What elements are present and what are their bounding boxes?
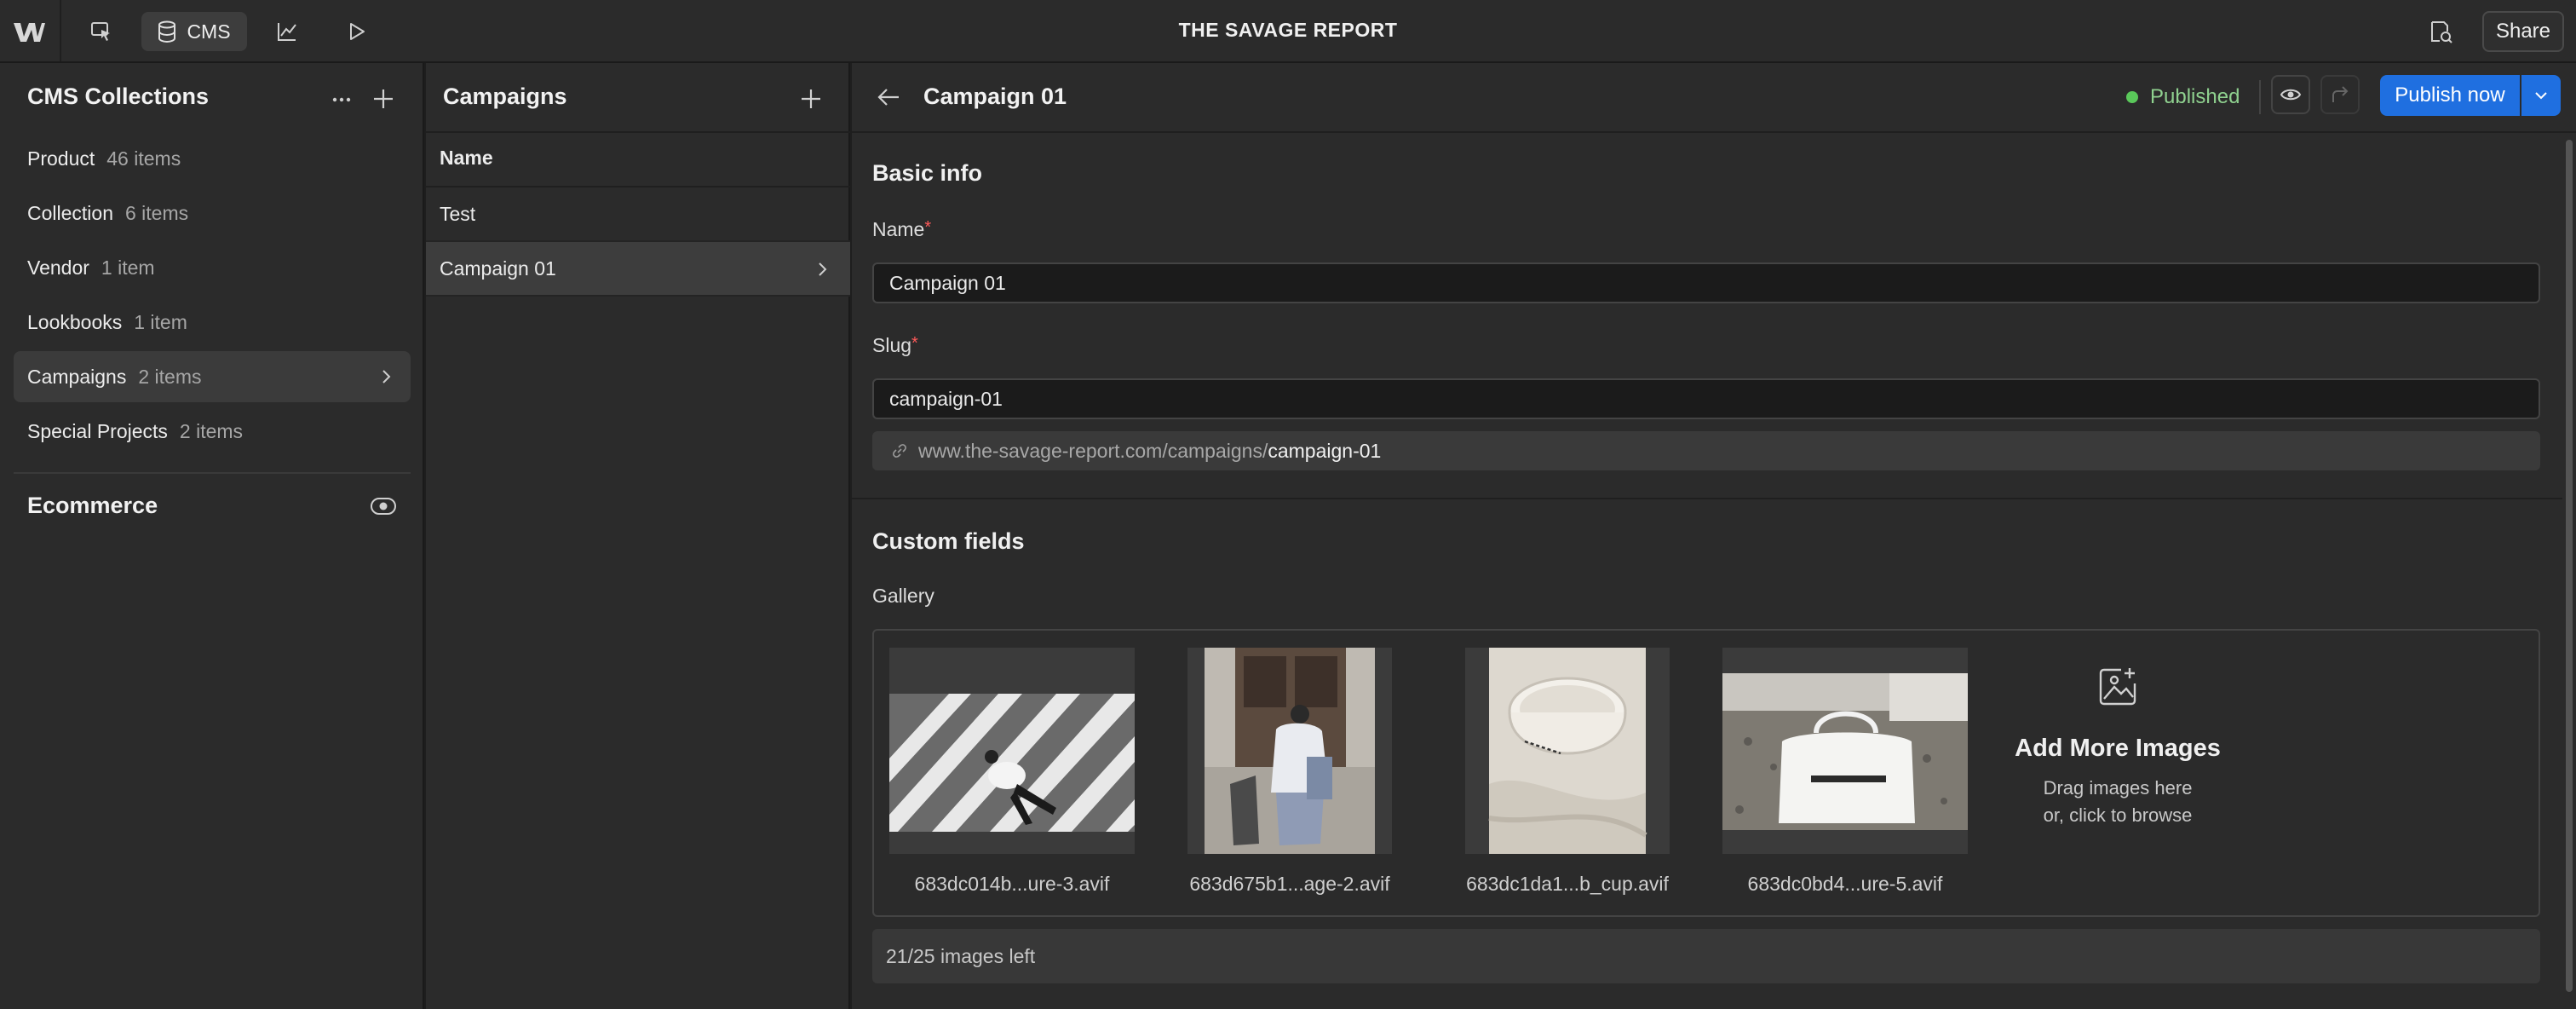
chevron-right-icon <box>816 261 828 278</box>
collections-panel: CMS Collections Product 46 items Collect… <box>0 63 424 1009</box>
redo-icon <box>2330 85 2350 104</box>
gallery-filename-2: 683d675b1...age-2.avif <box>1189 873 1390 895</box>
required-asterisk: * <box>924 218 932 237</box>
collection-item-vendor[interactable]: Vendor 1 item <box>14 242 411 293</box>
name-field-label: Name* <box>872 218 931 241</box>
chevron-right-icon <box>380 368 392 385</box>
slug-field-label: Slug* <box>872 334 918 357</box>
collection-name: Campaigns <box>27 365 127 388</box>
scrollbar[interactable] <box>2566 140 2573 992</box>
collection-count: 6 items <box>125 201 189 224</box>
status-badge: Published <box>2126 85 2240 109</box>
share-button[interactable]: Share <box>2482 11 2564 52</box>
item-row-test[interactable]: Test <box>426 187 850 242</box>
collection-count: 2 items <box>179 419 244 442</box>
collection-count: 1 item <box>134 310 187 333</box>
name-field[interactable]: Campaign 01 <box>872 262 2540 303</box>
required-asterisk: * <box>911 334 918 353</box>
header-separator <box>2259 80 2261 114</box>
collection-item-lookbooks[interactable]: Lookbooks 1 item <box>14 297 411 348</box>
panel-divider <box>426 131 850 133</box>
site-title: THE SAVAGE REPORT <box>1178 19 1398 41</box>
gallery-field[interactable]: 683dc014b...ure-3.avif 683d675b1...age-2… <box>872 629 2540 917</box>
items-panel: Campaigns Name Test Campaign 01 <box>426 63 850 1009</box>
item-editor-panel: Campaign 01 Published Publish now Basic … <box>852 63 2576 1009</box>
top-bar: CMS THE SAVAGE REPORT Share <box>0 0 2576 63</box>
collection-name: Product <box>27 147 95 170</box>
item-row-campaign-01[interactable]: Campaign 01 <box>426 242 850 297</box>
preview-item-button[interactable] <box>2271 75 2310 114</box>
more-options-icon[interactable] <box>331 89 353 111</box>
comments-button[interactable] <box>2421 12 2460 51</box>
collection-name: Collection <box>27 201 113 224</box>
collection-item-product[interactable]: Product 46 items <box>14 133 411 184</box>
collection-item-collection[interactable]: Collection 6 items <box>14 187 411 239</box>
slug-field[interactable]: campaign-01 <box>872 378 2540 419</box>
panel-divider <box>852 131 2576 133</box>
images-left-counter: 21/25 images left <box>872 929 2540 983</box>
gallery-filename-4: 683dc0bd4...ure-5.avif <box>1747 873 1943 895</box>
add-item-icon[interactable] <box>799 87 823 111</box>
basic-info-title: Basic info <box>872 160 983 186</box>
collection-count: 46 items <box>106 147 181 170</box>
collections-title: CMS Collections <box>27 84 210 109</box>
url-slug: campaign-01 <box>1268 439 1382 462</box>
slug-url-preview[interactable]: www.the-savage-report.com/campaigns/camp… <box>872 431 2540 470</box>
image-upload-icon <box>1998 665 2237 709</box>
collection-item-special-projects[interactable]: Special Projects 2 items <box>14 406 411 457</box>
publish-now-button[interactable]: Publish now <box>2380 75 2520 116</box>
item-title: Campaign 01 <box>923 84 1067 109</box>
item-name: Campaign 01 <box>440 257 556 280</box>
collection-item-campaigns[interactable]: Campaigns 2 items <box>14 351 411 402</box>
collection-name: Lookbooks <box>27 310 123 333</box>
gallery-filename-3: 683dc1da1...b_cup.avif <box>1466 873 1669 895</box>
name-column-header[interactable]: Name <box>440 147 493 170</box>
add-more-images-hint-1: Drag images here <box>2043 777 2193 799</box>
status-text: Published <box>2150 85 2240 108</box>
section-divider <box>14 472 411 474</box>
collection-name: Vendor <box>27 256 89 279</box>
status-dot-icon <box>2126 91 2138 103</box>
add-collection-icon[interactable] <box>371 87 395 111</box>
name-label-text: Name <box>872 218 925 240</box>
section-divider <box>852 498 2562 499</box>
collection-name: Special Projects <box>27 419 168 442</box>
publish-options-button[interactable] <box>2521 75 2561 116</box>
gallery-filename-1: 683dc014b...ure-3.avif <box>914 873 1110 895</box>
add-more-images-dropzone[interactable]: Add More Images Drag images here or, cli… <box>1998 665 2237 829</box>
items-panel-title: Campaigns <box>443 84 567 109</box>
gallery-label: Gallery <box>872 585 934 607</box>
url-prefix: www.the-savage-report.com/campaigns/ <box>918 439 1268 462</box>
add-more-images-title: Add More Images <box>2015 735 2221 762</box>
link-icon <box>893 444 906 458</box>
gallery-image-4[interactable] <box>1722 648 1968 854</box>
ecommerce-title: Ecommerce <box>27 493 158 518</box>
item-name: Test <box>440 202 476 225</box>
redo-button[interactable] <box>2320 75 2360 114</box>
eye-icon <box>2280 86 2302 103</box>
chevron-down-icon <box>2533 90 2549 101</box>
collection-count: 1 item <box>101 256 155 279</box>
custom-fields-title: Custom fields <box>872 528 1025 554</box>
comments-icon <box>2429 20 2452 43</box>
gallery-image-3[interactable] <box>1465 648 1670 854</box>
gallery-image-1[interactable] <box>889 648 1135 854</box>
collection-count: 2 items <box>138 365 202 388</box>
back-arrow-icon[interactable] <box>876 85 901 109</box>
slug-label-text: Slug <box>872 334 912 356</box>
add-more-images-hint-2: or, click to browse <box>2043 804 2193 826</box>
gallery-image-2[interactable] <box>1187 648 1392 854</box>
visibility-toggle-icon[interactable] <box>370 496 397 516</box>
